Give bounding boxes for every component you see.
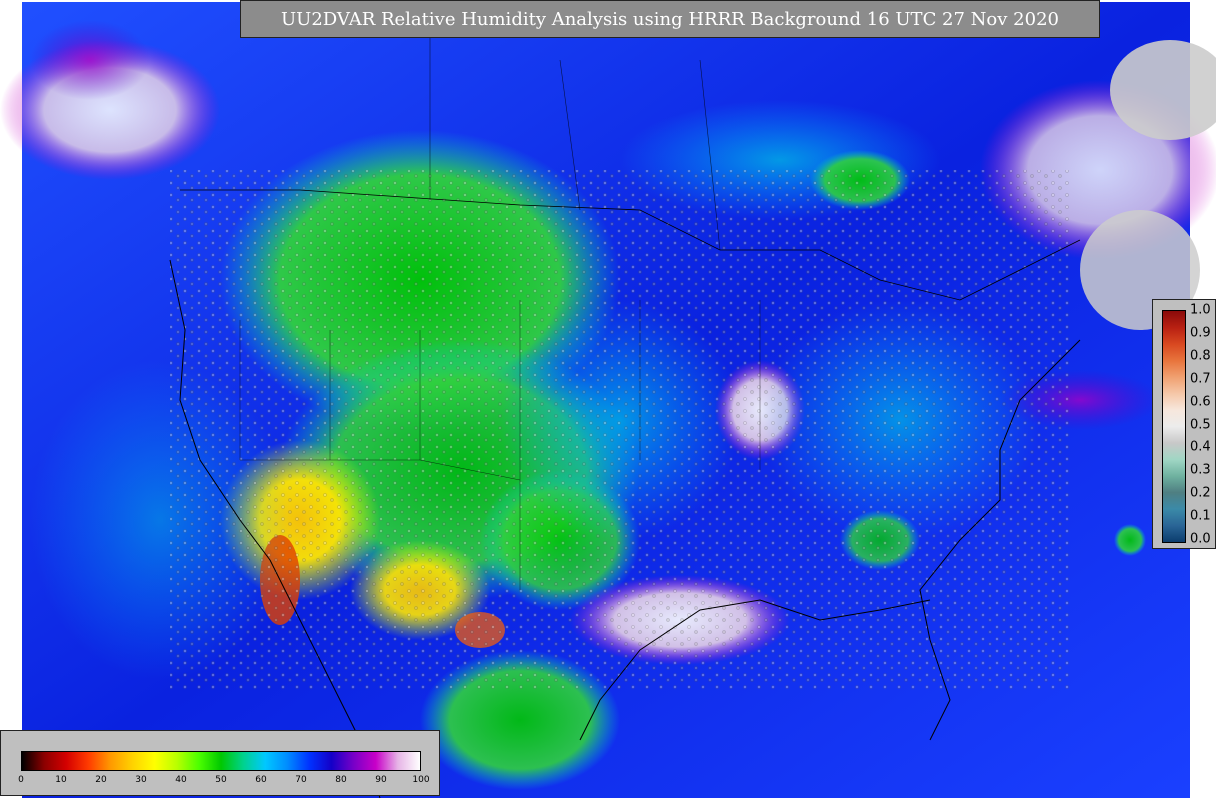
observation-colorbar: 0.0 0.1 0.2 0.3 0.4 0.5 0.6 0.7 0.8 0.9 1.0 [1152, 299, 1216, 549]
observation-tick-label: 0.5 [1190, 417, 1211, 432]
observation-tick-label: 0.1 [1190, 508, 1211, 524]
humidity-colorbar: 0 10 20 30 40 50 60 70 80 90 100 [0, 730, 440, 796]
humidity-tick-label: 0 [18, 775, 24, 785]
humidity-tick-label: 100 [412, 775, 430, 785]
observation-tick-label: 0.0 [1190, 531, 1211, 547]
observation-tick-label: 0.2 [1190, 485, 1211, 501]
humidity-tick-label: 50 [215, 775, 227, 785]
relative-humidity-map [0, 2, 1216, 799]
humidity-tick-label: 40 [175, 775, 187, 785]
humidity-tick-label: 80 [335, 775, 347, 785]
observation-colorbar-gradient [1162, 310, 1186, 543]
observation-tick-label: 0.4 [1190, 439, 1211, 455]
humidity-tick-label: 20 [95, 775, 107, 785]
humidity-tick-label: 10 [55, 775, 67, 785]
humidity-tick-label: 90 [375, 775, 387, 785]
observation-tick-label: 0.9 [1190, 325, 1211, 341]
map-title: UU2DVAR Relative Humidity Analysis using… [240, 0, 1100, 38]
humidity-colorbar-gradient [21, 751, 421, 771]
humidity-tick-label: 30 [135, 775, 147, 785]
observation-tick-label: 0.6 [1190, 394, 1211, 410]
observation-tick-label: 1.0 [1190, 302, 1211, 318]
humidity-tick-label: 60 [255, 775, 267, 785]
observation-tick-label: 0.7 [1190, 371, 1211, 387]
observation-tick-label: 0.3 [1190, 462, 1211, 478]
humidity-tick-label: 70 [295, 775, 307, 785]
observation-tick-label: 0.8 [1190, 348, 1211, 364]
